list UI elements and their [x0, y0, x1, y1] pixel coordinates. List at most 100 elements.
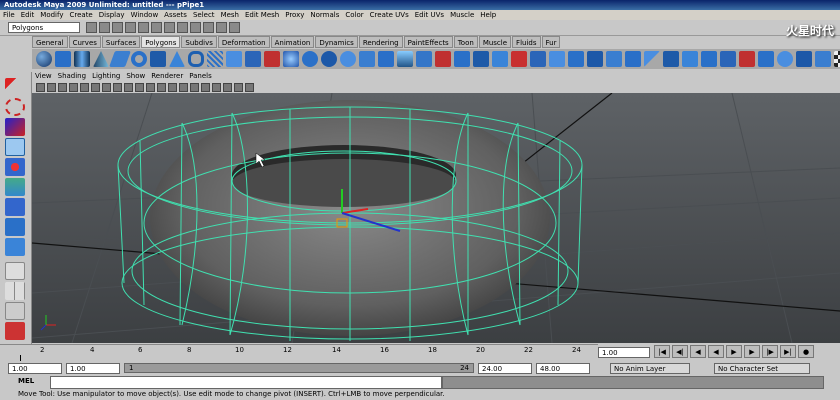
add-divisions-icon[interactable] — [511, 51, 527, 67]
cylindrical-mapping-icon[interactable] — [758, 51, 774, 67]
tab-rendering[interactable]: Rendering — [358, 36, 403, 48]
camera-attributes-icon[interactable] — [47, 82, 56, 92]
panel-menu-view[interactable]: View — [32, 72, 55, 80]
tab-dynamics[interactable]: Dynamics — [315, 36, 358, 48]
boolean-difference-icon[interactable] — [321, 51, 337, 67]
persp-graph-layout-icon[interactable] — [5, 322, 25, 340]
quadrangulate-icon[interactable] — [663, 51, 679, 67]
menu-display[interactable]: Display — [96, 11, 128, 19]
render-icon[interactable] — [203, 22, 214, 33]
tab-animation[interactable]: Animation — [270, 36, 315, 48]
tab-deformation[interactable]: Deformation — [217, 36, 270, 48]
boolean-union-icon[interactable] — [302, 51, 318, 67]
textured-icon[interactable] — [190, 82, 199, 92]
select-object-icon[interactable] — [138, 22, 149, 33]
tab-subdivs[interactable]: Subdivs — [181, 36, 217, 48]
panel-menu-shading[interactable]: Shading — [55, 72, 89, 80]
step-forward-key-button[interactable]: |▶ — [762, 345, 778, 358]
smooth-icon[interactable] — [283, 51, 299, 67]
menu-muscle[interactable]: Muscle — [447, 11, 477, 19]
persp-outliner-layout-icon[interactable] — [5, 302, 25, 320]
save-scene-icon[interactable] — [112, 22, 123, 33]
safe-title-icon[interactable] — [146, 82, 155, 92]
tab-general[interactable]: General — [32, 36, 68, 48]
tab-painteffects[interactable]: PaintEffects — [403, 36, 453, 48]
delete-edge-icon[interactable] — [606, 51, 622, 67]
end-time-field[interactable]: 48.00 — [536, 363, 590, 374]
poly-cone-icon[interactable] — [93, 51, 109, 67]
image-plane-icon[interactable] — [69, 82, 78, 92]
soft-mod-tool-icon[interactable] — [5, 218, 25, 236]
extrude-icon[interactable] — [397, 51, 413, 67]
menu-edit-uvs[interactable]: Edit UVs — [412, 11, 447, 19]
select-hierarchy-icon[interactable] — [125, 22, 136, 33]
select-tool-icon[interactable] — [5, 78, 25, 96]
separate-icon[interactable] — [245, 51, 261, 67]
scale-tool-icon[interactable] — [5, 178, 25, 196]
menu-edit[interactable]: Edit — [18, 11, 38, 19]
resolution-gate-icon[interactable] — [102, 82, 111, 92]
snap-grid-icon[interactable] — [164, 22, 175, 33]
menu-color[interactable]: Color — [342, 11, 366, 19]
step-back-key-button[interactable]: ◀| — [672, 345, 688, 358]
menu-file[interactable]: File — [0, 11, 18, 19]
gate-mask-icon[interactable] — [113, 82, 122, 92]
tab-curves[interactable]: Curves — [68, 36, 101, 48]
panel-menu-renderer[interactable]: Renderer — [148, 72, 186, 80]
step-back-frame-button[interactable]: ◀ — [690, 345, 706, 358]
poly-helix-icon[interactable] — [207, 51, 223, 67]
safe-action-icon[interactable] — [135, 82, 144, 92]
tab-fur[interactable]: Fur — [541, 36, 561, 48]
poly-plane-icon[interactable] — [109, 51, 131, 67]
wireframe-on-shaded-icon[interactable] — [179, 82, 188, 92]
poly-cube-icon[interactable] — [55, 51, 71, 67]
menu-set-selector[interactable]: Polygons — [8, 22, 80, 33]
single-perspective-layout-icon[interactable] — [5, 262, 25, 280]
menu-help[interactable]: Help — [477, 11, 499, 19]
command-language-label[interactable]: MEL — [18, 377, 34, 385]
tab-polygons[interactable]: Polygons — [141, 36, 181, 48]
panel-menu-lighting[interactable]: Lighting — [89, 72, 123, 80]
spherical-mapping-icon[interactable] — [777, 51, 793, 67]
menu-create[interactable]: Create — [66, 11, 95, 19]
menu-mesh[interactable]: Mesh — [218, 11, 242, 19]
split-polygon-icon[interactable] — [454, 51, 470, 67]
menu-edit-mesh[interactable]: Edit Mesh — [242, 11, 282, 19]
automatic-mapping-icon[interactable] — [796, 51, 812, 67]
merge-edge-icon[interactable] — [587, 51, 603, 67]
bookmark-icon[interactable] — [58, 82, 67, 92]
soften-edge-icon[interactable] — [701, 51, 717, 67]
bridge-icon[interactable] — [416, 51, 432, 67]
tab-toon[interactable]: Toon — [453, 36, 478, 48]
perspective-viewport[interactable] — [32, 93, 840, 343]
isolate-select-icon[interactable] — [234, 82, 243, 92]
poly-sphere-icon[interactable] — [36, 51, 52, 67]
shadows-icon[interactable] — [212, 82, 221, 92]
auto-key-button[interactable]: ● — [798, 345, 814, 358]
poly-prism-icon[interactable] — [150, 51, 166, 67]
ppipe-object[interactable] — [117, 100, 583, 341]
triangulate-icon[interactable] — [644, 51, 660, 67]
film-gate-icon[interactable] — [91, 82, 100, 92]
poly-pipe-icon[interactable] — [188, 51, 204, 67]
menu-select[interactable]: Select — [190, 11, 218, 19]
boolean-intersect-icon[interactable] — [340, 51, 356, 67]
rotate-tool-icon[interactable] — [5, 158, 25, 176]
playback-end-field[interactable]: 24.00 — [478, 363, 532, 374]
universal-manip-icon[interactable] — [5, 198, 25, 216]
select-component-icon[interactable] — [151, 22, 162, 33]
grid-toggle-icon[interactable] — [80, 82, 89, 92]
poly-pyramid-icon[interactable] — [169, 51, 185, 67]
time-slider[interactable]: 2 4 6 8 10 12 14 16 18 20 22 24 — [0, 344, 598, 361]
menu-assets[interactable]: Assets — [161, 11, 190, 19]
combine-icon[interactable] — [226, 51, 242, 67]
planar-mapping-icon[interactable] — [739, 51, 755, 67]
snap-curve-icon[interactable] — [177, 22, 188, 33]
poly-torus-icon[interactable] — [131, 51, 147, 67]
append-polygon-icon[interactable] — [435, 51, 451, 67]
menu-proxy[interactable]: Proxy — [282, 11, 307, 19]
move-tool-icon[interactable] — [5, 138, 25, 156]
play-backwards-button[interactable]: ◀ — [708, 345, 724, 358]
xray-icon[interactable] — [223, 82, 232, 92]
four-view-layout-icon[interactable] — [5, 282, 25, 300]
